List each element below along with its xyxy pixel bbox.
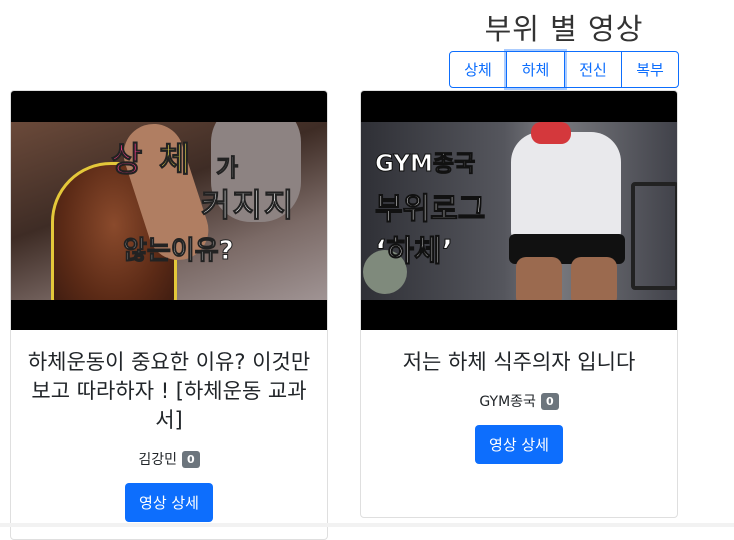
video-title: 하체운동이 중요한 이유? 이것만 보고 따라하자 ! [하체운동 교과서]: [27, 350, 311, 432]
thumbnail-figure: [531, 122, 571, 144]
count-badge: 0: [540, 392, 559, 410]
video-thumbnail[interactable]: 상 체 가 커지지 않는이유?: [11, 91, 327, 330]
thumbnail-caption: 상: [110, 140, 143, 181]
page-bottom-edge: [0, 523, 734, 527]
card-body: 저는 하체 식주의자 입니다 GYM종국 0 영상 상세: [361, 348, 677, 464]
video-card: GYM종국 부위로그 ‘하체’ 저는 하체 식주의자 입니다 GYM종국 0 영…: [360, 90, 678, 518]
count-badge: 0: [181, 450, 200, 468]
tab-full-body[interactable]: 전신: [564, 51, 622, 88]
thumbnail-image: GYM종국 부위로그 ‘하체’: [361, 122, 677, 300]
thumbnail-caption: 체: [158, 140, 191, 181]
video-detail-button[interactable]: 영상 상세: [125, 483, 213, 522]
author-line: 김강민 0: [25, 449, 313, 469]
thumbnail-caption: 않는이유?: [123, 236, 235, 267]
video-thumbnail[interactable]: GYM종국 부위로그 ‘하체’: [361, 91, 677, 330]
card-body: 하체운동이 중요한 이유? 이것만 보고 따라하자 ! [하체운동 교과서] 김…: [11, 348, 327, 522]
thumbnail-figure: [571, 257, 617, 300]
video-detail-button[interactable]: 영상 상세: [475, 425, 563, 464]
video-card: 상 체 가 커지지 않는이유? 하체운동이 중요한 이유? 이것만 보고 따라하…: [10, 90, 328, 540]
category-tab-group: 상체 하체 전신 복부: [449, 51, 679, 88]
thumbnail-figure: [631, 182, 677, 290]
thumbnail-figure: [511, 132, 621, 242]
thumbnail-caption: 부위로그: [374, 192, 486, 228]
thumbnail-figure: [516, 257, 562, 300]
thumbnail-caption: 커지지: [200, 186, 296, 225]
tab-upper-body[interactable]: 상체: [449, 51, 507, 88]
author-name: 김강민: [138, 452, 177, 468]
author-line: GYM종국 0: [375, 391, 663, 411]
author-name: GYM종국: [479, 394, 536, 410]
video-title: 저는 하체 식주의자 입니다: [402, 350, 636, 374]
thumbnail-image: 상 체 가 커지지 않는이유?: [11, 122, 327, 300]
thumbnail-caption: ‘하체’: [375, 234, 454, 270]
tab-abs[interactable]: 복부: [621, 51, 679, 88]
thumbnail-caption: 가: [215, 154, 239, 183]
section-title: 부위 별 영상: [484, 12, 644, 46]
thumbnail-caption: GYM종국: [374, 151, 476, 178]
tab-lower-body[interactable]: 하체: [506, 51, 565, 88]
